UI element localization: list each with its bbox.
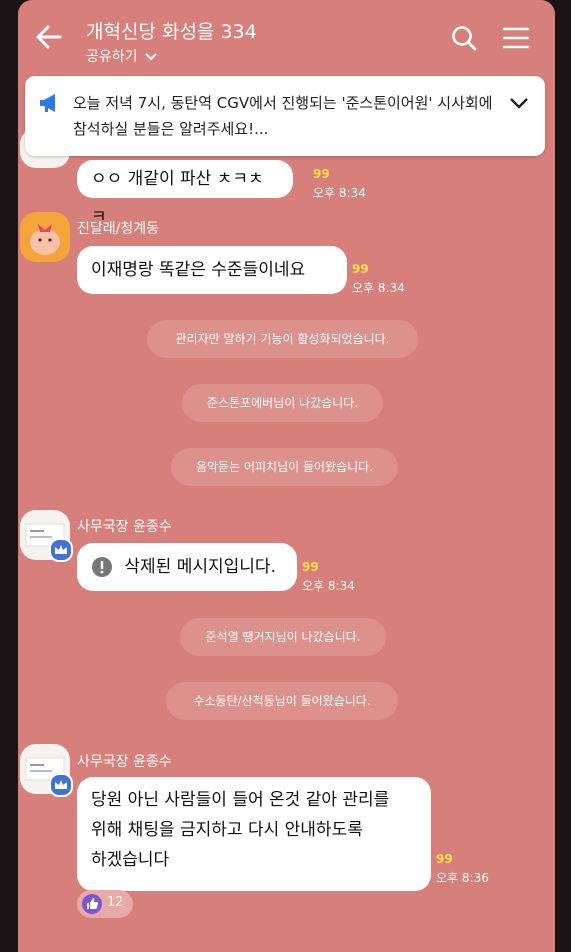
message-text: 이재명랑 똑같은 수준들이네요 [91, 260, 306, 280]
message-line: 당원 아닌 사람들이 들어 온것 같아 관리를 [91, 790, 390, 810]
warning-icon [92, 557, 112, 577]
sender-name: 진달래/청계동 [77, 221, 159, 237]
apeach-avatar-icon [30, 224, 60, 255]
message-line: 위해 채팅을 금지하고 다시 안내하도록 [91, 820, 363, 840]
chat-title: 개혁신당 화성을 334 [86, 21, 257, 43]
share-button[interactable]: 공유하기 [86, 46, 157, 66]
avatar[interactable] [20, 212, 70, 262]
read-count: 99 [352, 262, 369, 276]
message-bubble[interactable]: 삭제된 메시지입니다. [77, 543, 297, 591]
notice-banner[interactable]: 오늘 저녁 7시, 동탄역 CGV에서 진행되는 '준스톤이어원' 시사회에 참… [25, 76, 545, 156]
system-message: 준석열 땡거지님이 나갔습니다. [180, 618, 386, 656]
system-message: 관리자만 말하기 기능이 활성화되었습니다. [147, 320, 418, 358]
back-arrow-icon[interactable] [34, 22, 64, 52]
message-text: 삭제된 메시지입니다. [124, 557, 276, 577]
sender-name: 사무국장 윤종수 [77, 519, 172, 535]
message-time: 오후 8:34 [302, 579, 355, 593]
chevron-down-icon[interactable] [509, 96, 529, 110]
system-message: 음악듣는 어피치님이 들어왔습니다. [171, 448, 398, 486]
menu-icon[interactable] [502, 24, 530, 52]
message-bubble[interactable]: 당원 아닌 사람들이 들어 온것 같아 관리를 위해 채팅을 금지하고 다시 안… [77, 777, 431, 891]
system-message: 준스톤포에버님이 나갔습니다. [182, 384, 383, 422]
system-message: 수소동탄/산척동님이 들어왔습니다. [166, 682, 398, 720]
reaction-count: 12 [107, 895, 124, 910]
search-icon[interactable] [450, 24, 478, 52]
read-count: 99 [436, 852, 453, 866]
crown-icon [49, 773, 73, 797]
read-count: 99 [313, 167, 330, 181]
chevron-down-icon [145, 53, 157, 61]
reaction-badge[interactable]: 12 [77, 890, 133, 918]
share-label: 공유하기 [86, 49, 138, 65]
message-time: 오후 8:34 [352, 281, 405, 295]
message-bubble[interactable]: 이재명랑 똑같은 수준들이네요 [77, 246, 347, 294]
thumbs-up-icon [82, 894, 102, 914]
crown-icon [49, 538, 73, 562]
read-count: 99 [302, 560, 319, 574]
message-bubble[interactable]: ㅇㅇ 개같이 파산 ㅊㅋㅊㅋ [77, 160, 293, 227]
message-time: 오후 8:36 [436, 871, 489, 885]
message-line: 하겠습니다 [91, 850, 170, 870]
chat-header: 개혁신당 화성을 334 공유하기 [18, 0, 555, 72]
notice-text: 오늘 저녁 7시, 동탄역 CGV에서 진행되는 '준스톤이어원' 시사회에 참… [73, 94, 493, 138]
megaphone-icon [40, 94, 55, 112]
message-time: 오후 8:34 [313, 186, 366, 200]
chat-screen: 개혁신당 화성을 334 공유하기 오늘 저녁 7시, 동탄역 CGV에서 진행… [18, 0, 555, 952]
sender-name: 사무국장 윤종수 [77, 754, 172, 770]
